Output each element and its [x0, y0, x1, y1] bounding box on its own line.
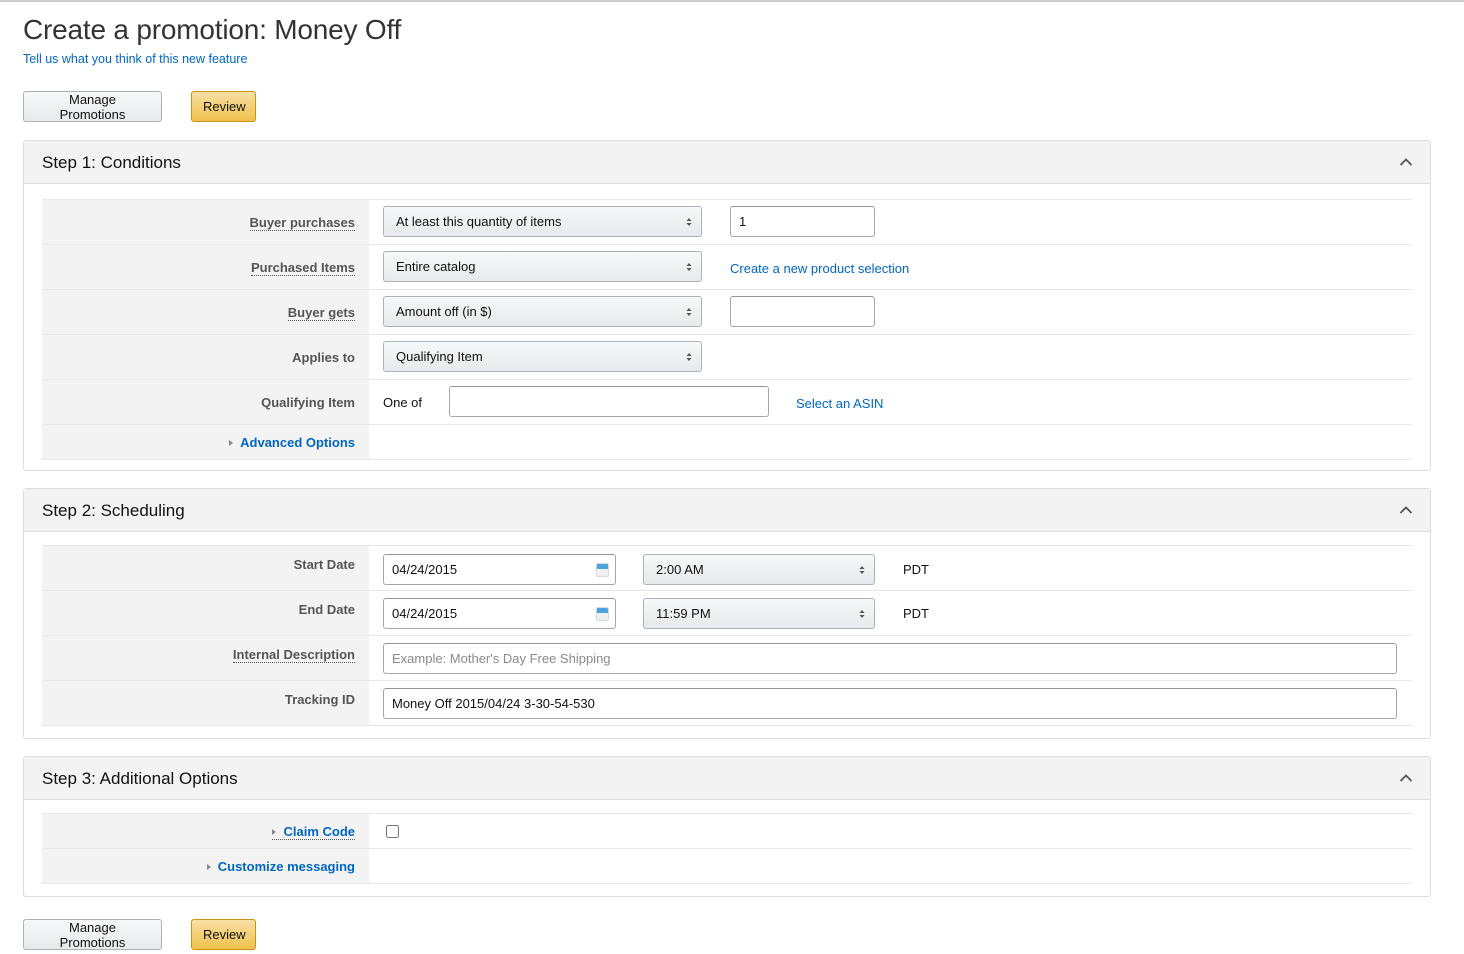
quantity-input[interactable]: [730, 206, 875, 237]
tracking-id-label: Tracking ID: [284, 692, 355, 707]
purchased-items-select-value: Entire catalog: [396, 259, 476, 274]
buyer-purchases-row: Buyer purchases At least this quantity o…: [42, 200, 1412, 245]
internal-description-row: Internal Description: [42, 636, 1412, 681]
select-arrows-icon: [686, 263, 692, 271]
page-title: Create a promotion: Money Off: [23, 14, 402, 45]
step2-scheduling-panel: Step 2: Scheduling Start Date 2:00 AM PD…: [23, 488, 1431, 739]
claim-code-row: Claim Code: [42, 814, 1412, 849]
qualifying-item-input[interactable]: [449, 386, 769, 417]
step3-additional-options-panel: Step 3: Additional Options Claim Code Cu…: [23, 756, 1431, 897]
advanced-options-toggle[interactable]: Advanced Options: [229, 435, 355, 450]
amount-off-input[interactable]: [730, 296, 875, 327]
step3-title: Step 3: Additional Options: [42, 769, 238, 788]
step3-form: Claim Code Customize messaging: [42, 813, 1412, 884]
purchased-items-select[interactable]: Entire catalog: [383, 251, 702, 282]
create-product-selection-link[interactable]: Create a new product selection: [730, 261, 909, 276]
feedback-link[interactable]: Tell us what you think of this new featu…: [23, 52, 247, 66]
one-of-label: One of: [383, 395, 423, 410]
step3-header[interactable]: Step 3: Additional Options: [24, 757, 1430, 800]
buyer-gets-select-value: Amount off (in $): [396, 304, 492, 319]
purchased-items-label: Purchased Items: [250, 260, 355, 276]
manage-promotions-button-top[interactable]: Manage Promotions: [23, 91, 162, 122]
review-button-bottom[interactable]: Review: [191, 919, 256, 950]
start-date-row: Start Date 2:00 AM PDT: [42, 546, 1412, 591]
chevron-up-icon[interactable]: [1399, 157, 1413, 167]
applies-to-label: Applies to: [292, 350, 355, 365]
caret-right-icon: [229, 440, 234, 446]
step1-title: Step 1: Conditions: [42, 153, 181, 172]
step1-conditions-panel: Step 1: Conditions Buyer purchases At le…: [23, 140, 1431, 471]
applies-to-row: Applies to Qualifying Item: [42, 335, 1412, 380]
advanced-options-row: Advanced Options: [42, 425, 1412, 460]
buyer-gets-select[interactable]: Amount off (in $): [383, 296, 702, 327]
step2-header[interactable]: Step 2: Scheduling: [24, 489, 1430, 532]
step2-form: Start Date 2:00 AM PDT End Date 11:59 PM…: [42, 545, 1412, 726]
caret-right-icon: [206, 864, 211, 870]
top-divider: [0, 0, 1464, 2]
buyer-purchases-label: Buyer purchases: [249, 215, 355, 231]
select-arrows-icon: [686, 308, 692, 316]
end-date-label: End Date: [298, 602, 355, 617]
caret-right-icon: [272, 829, 277, 835]
qualifying-item-label: Qualifying Item: [261, 395, 355, 410]
step1-form: Buyer purchases At least this quantity o…: [42, 199, 1412, 460]
start-time-select[interactable]: 2:00 AM: [643, 554, 875, 585]
step2-title: Step 2: Scheduling: [42, 501, 185, 520]
select-arrows-icon: [686, 218, 692, 226]
tracking-id-input[interactable]: [383, 688, 1397, 719]
internal-description-input[interactable]: [383, 643, 1397, 674]
chevron-up-icon[interactable]: [1399, 505, 1413, 515]
select-arrows-icon: [859, 610, 865, 618]
buyer-purchases-select[interactable]: At least this quantity of items: [383, 206, 702, 237]
start-timezone: PDT: [903, 562, 929, 577]
calendar-icon[interactable]: [596, 563, 609, 577]
applies-to-select-value: Qualifying Item: [396, 349, 483, 364]
end-timezone: PDT: [903, 606, 929, 621]
buyer-gets-row: Buyer gets Amount off (in $): [42, 290, 1412, 335]
select-arrows-icon: [686, 353, 692, 361]
claim-code-toggle[interactable]: Claim Code: [272, 824, 355, 840]
calendar-icon[interactable]: [596, 607, 609, 621]
start-time-value: 2:00 AM: [656, 562, 704, 577]
internal-description-label: Internal Description: [232, 647, 355, 663]
tracking-id-row: Tracking ID: [42, 681, 1412, 726]
customize-messaging-row: Customize messaging: [42, 849, 1412, 884]
start-date-label: Start Date: [293, 557, 355, 572]
customize-messaging-toggle[interactable]: Customize messaging: [206, 859, 355, 874]
chevron-up-icon[interactable]: [1399, 773, 1413, 783]
select-asin-link[interactable]: Select an ASIN: [796, 396, 883, 411]
claim-code-checkbox[interactable]: [386, 825, 399, 838]
manage-promotions-button-bottom[interactable]: Manage Promotions: [23, 919, 162, 950]
step1-header[interactable]: Step 1: Conditions: [24, 141, 1430, 184]
end-date-row: End Date 11:59 PM PDT: [42, 591, 1412, 636]
buyer-purchases-select-value: At least this quantity of items: [396, 214, 562, 229]
qualifying-item-row: Qualifying Item One of Select an ASIN: [42, 380, 1412, 425]
applies-to-select[interactable]: Qualifying Item: [383, 341, 702, 372]
select-arrows-icon: [859, 566, 865, 574]
purchased-items-row: Purchased Items Entire catalog Create a …: [42, 245, 1412, 290]
end-time-value: 11:59 PM: [656, 606, 711, 621]
buyer-gets-label: Buyer gets: [287, 305, 355, 321]
start-date-input[interactable]: [383, 554, 616, 585]
review-button-top[interactable]: Review: [191, 91, 256, 122]
end-date-input[interactable]: [383, 598, 616, 629]
end-time-select[interactable]: 11:59 PM: [643, 598, 875, 629]
